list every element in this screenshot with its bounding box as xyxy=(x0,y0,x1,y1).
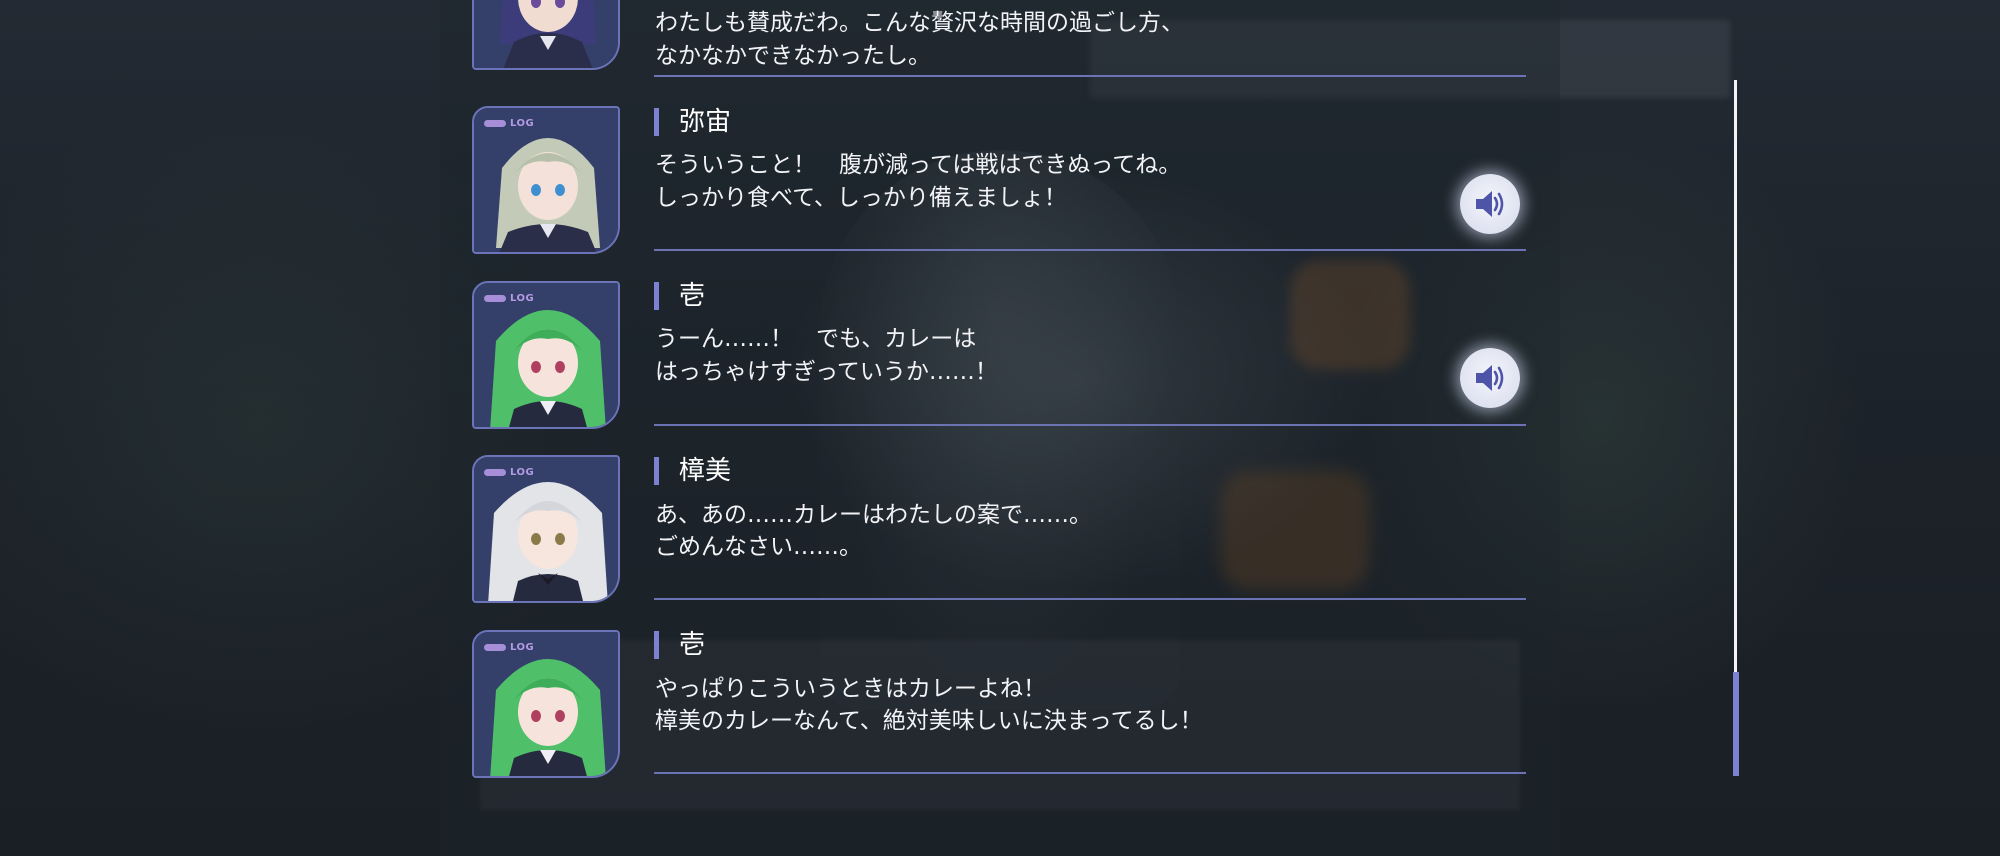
message-line: ごめんなさい……。 xyxy=(655,534,862,560)
character-portrait: LOG xyxy=(472,455,620,603)
speaker-icon xyxy=(1476,191,1504,217)
character-portrait: LOG xyxy=(472,630,620,778)
log-tag-pill xyxy=(484,468,506,476)
log-tag-pill xyxy=(484,294,506,302)
speaker-name: 樟美 xyxy=(679,456,732,486)
entry-divider xyxy=(654,772,1526,774)
character-portrait: LOG xyxy=(472,106,620,254)
log-tag-label: LOG xyxy=(510,641,535,653)
name-accent-bar xyxy=(654,631,659,659)
message-line: うーん……！ でも、カレーは xyxy=(655,326,977,352)
speaker-name-row: 弥宙 xyxy=(654,107,731,137)
voice-replay-button[interactable] xyxy=(1460,348,1520,408)
entry-divider xyxy=(654,424,1526,426)
message-line: はっちゃけすぎっていうか……！ xyxy=(655,359,998,385)
character-portrait xyxy=(472,0,620,70)
scrollbar-thumb[interactable] xyxy=(1733,672,1739,776)
log-tag: LOG xyxy=(484,291,534,305)
log-tag: LOG xyxy=(484,640,534,654)
speaker-name: 壱 xyxy=(679,281,706,311)
message-line: あ、あの……カレーはわたしの案で……。 xyxy=(655,502,1092,528)
message-line: やっぱりこういうときはカレーよね！ xyxy=(655,676,1046,702)
speaker-name-row: 樟美 xyxy=(654,456,731,486)
voice-replay-button[interactable] xyxy=(1460,174,1520,234)
character-portrait: LOG xyxy=(472,281,620,429)
entry-divider xyxy=(654,598,1526,600)
game-scene: わたしも賛成だわ。こんな贅沢な時間の過ごし方、 なかなかできなかったし。 LOG xyxy=(0,0,2000,856)
name-accent-bar xyxy=(654,457,659,485)
log-tag-label: LOG xyxy=(510,292,535,304)
log-tag-pill xyxy=(484,119,506,127)
speaker-name: 壱 xyxy=(679,630,706,660)
log-tag-label: LOG xyxy=(510,117,535,129)
speaker-name-row: 壱 xyxy=(654,281,705,311)
log-tag: LOG xyxy=(484,465,534,479)
message-line: 樟美のカレーなんて、絶対美味しいに決まってるし！ xyxy=(655,708,1203,734)
speaker-name-row: 壱 xyxy=(654,630,705,660)
message-line: なかなかできなかったし。 xyxy=(655,43,931,69)
message-line: しっかり食べて、しっかり備えましょ！ xyxy=(655,185,1067,211)
log-tag-label: LOG xyxy=(510,466,535,478)
entry-divider xyxy=(654,75,1526,77)
log-tag-pill xyxy=(484,643,506,651)
name-accent-bar xyxy=(654,108,659,136)
message-line: そういうこと！ 腹が減っては戦はできぬってね。 xyxy=(655,152,1182,178)
log-tag: LOG xyxy=(484,116,534,130)
navy-hair-character-icon xyxy=(474,0,618,68)
speaker-name: 弥宙 xyxy=(679,107,732,137)
name-accent-bar xyxy=(654,282,659,310)
message-line: わたしも賛成だわ。こんな贅沢な時間の過ごし方、 xyxy=(655,10,1184,36)
entry-divider xyxy=(654,249,1526,251)
speaker-icon xyxy=(1476,365,1504,391)
